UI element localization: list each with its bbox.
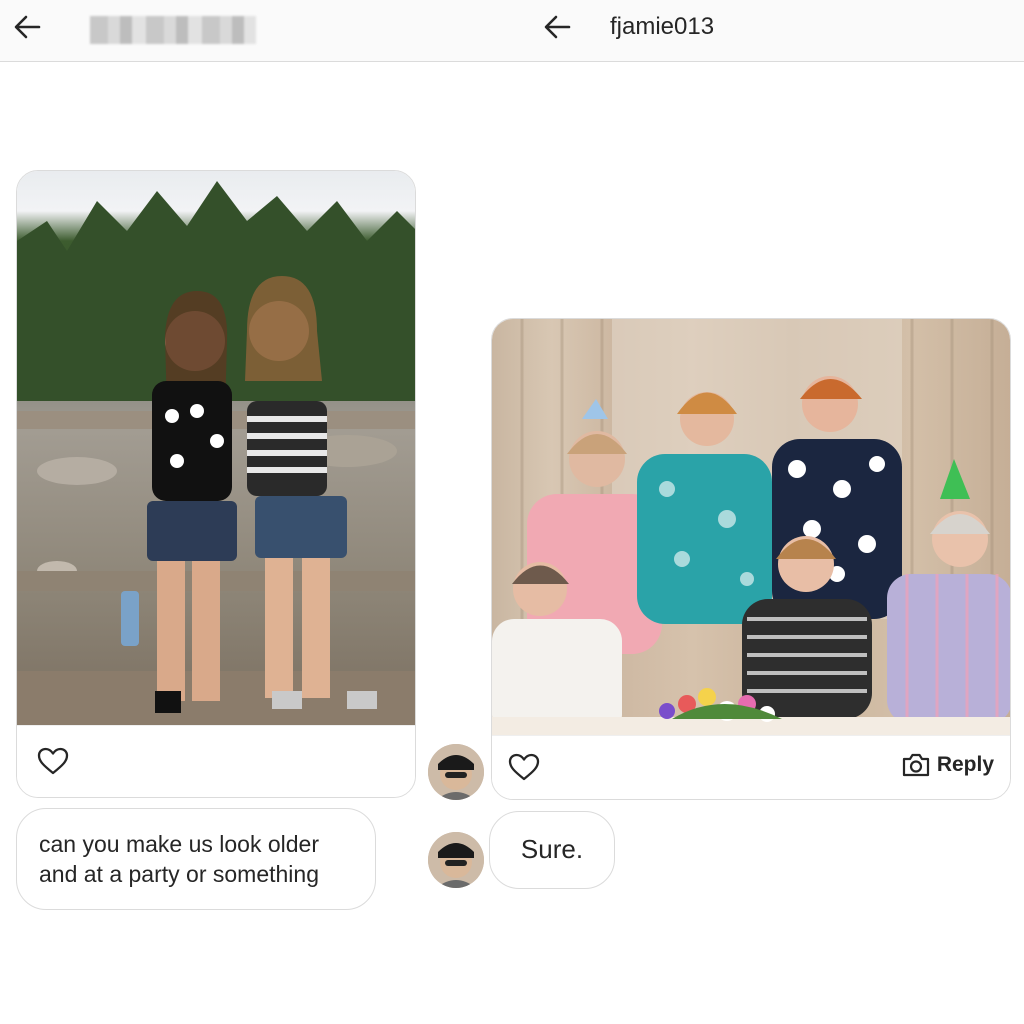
sent-photo-actions [17,725,415,797]
redacted-username [90,16,256,44]
sent-photo[interactable] [17,171,415,727]
heart-icon[interactable] [508,752,540,782]
heart-icon[interactable] [37,746,69,776]
left-header [0,0,520,62]
right-header: fjamie013 [520,0,1024,62]
two-girls-photo [17,181,415,727]
reply-label: Reply [936,753,994,776]
elderly-women-party-photo [492,319,1010,737]
received-photo-actions: Reply [492,735,1010,799]
received-photo-card[interactable]: Reply [491,318,1011,800]
arrow-left-icon[interactable] [12,12,42,42]
arrow-left-icon[interactable] [542,12,572,42]
chat-username[interactable]: fjamie013 [610,13,714,41]
avatar[interactable] [428,832,484,888]
dm-comparison: fjamie013 Reply can you make us look old… [0,0,1024,1024]
received-photo[interactable] [492,319,1010,737]
reply-button[interactable]: Reply [901,752,994,778]
camera-icon [902,753,929,777]
user-avatar-icon [428,744,484,800]
sent-message[interactable]: can you make us look older and at a part… [16,808,376,910]
avatar[interactable] [428,744,484,800]
received-message[interactable]: Sure. [489,811,615,889]
sent-photo-card[interactable] [16,170,416,798]
user-avatar-icon [428,832,484,888]
